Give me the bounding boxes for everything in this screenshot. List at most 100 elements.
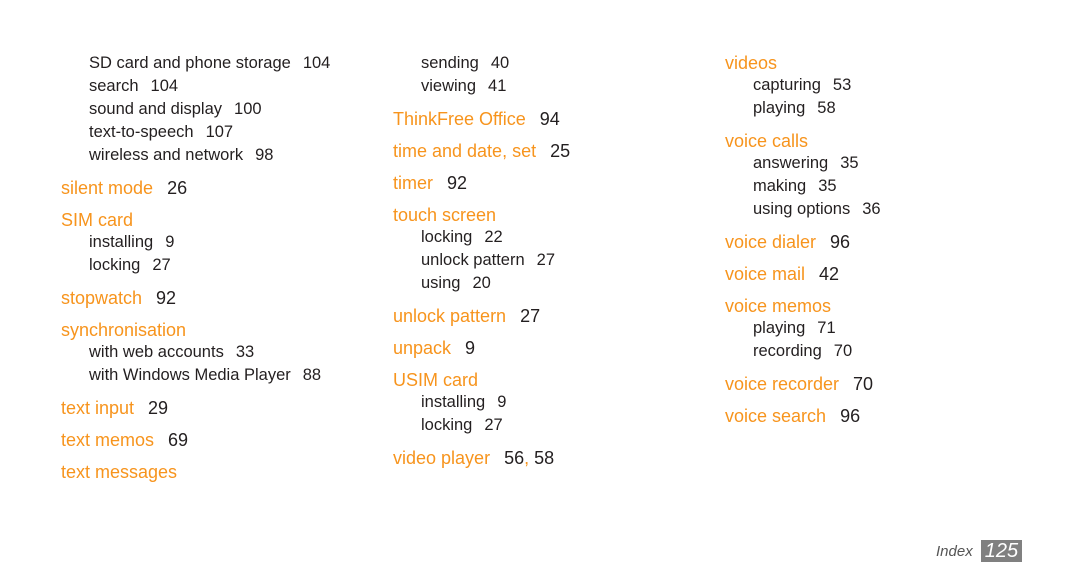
index-subentry: capturing 53: [725, 74, 881, 97]
page-reference[interactable]: 58: [817, 99, 835, 117]
entry-label: stopwatch: [61, 288, 143, 308]
page-reference[interactable]: 40: [491, 54, 509, 72]
page-reference[interactable]: 96: [840, 406, 860, 426]
index-subentry: recording 70: [725, 340, 881, 363]
page-reference[interactable]: 71: [817, 319, 835, 337]
index-subentry: using options 36: [725, 198, 881, 221]
entry-label: text-to-speech: [89, 123, 194, 141]
index-subentry: sound and display 100: [61, 98, 330, 121]
index-entry: text messages: [61, 461, 330, 483]
entry-label: voice recorder: [725, 374, 840, 394]
page-reference[interactable]: 36: [862, 200, 880, 218]
entry-label: voice search: [725, 406, 827, 426]
page-reference[interactable]: 92: [156, 288, 176, 308]
entry-label: voice memos: [725, 296, 832, 316]
entry-label: silent mode: [61, 178, 154, 198]
index-subentry: using 20: [393, 272, 570, 295]
index-entry: voice memos: [725, 295, 881, 317]
entry-label: text memos: [61, 430, 155, 450]
entry-label: with Windows Media Player: [89, 366, 291, 384]
index-subentry: locking 22: [393, 226, 570, 249]
page-reference[interactable]: 22: [484, 228, 502, 246]
entry-label: capturing: [753, 76, 821, 94]
index-column-3: videos capturing 53 playing 58 voice calls ans…: [725, 52, 881, 427]
page-reference[interactable]: 9: [465, 338, 475, 358]
index-entry: voice mail 42: [725, 263, 881, 285]
entry-label: recording: [753, 342, 822, 360]
entry-label: time and date, set: [393, 141, 537, 161]
index-column-1: SD card and phone storage 104 search 104 sou…: [61, 52, 330, 483]
page-reference[interactable]: 25: [550, 141, 570, 161]
index-entry: touch screen: [393, 204, 570, 226]
entry-label: answering: [753, 154, 829, 172]
index-subentry: with Windows Media Player 88: [61, 364, 330, 387]
page-reference[interactable]: 42: [819, 264, 839, 284]
page-reference[interactable]: 70: [853, 374, 873, 394]
page-reference[interactable]: 104: [303, 54, 331, 72]
entry-label: playing: [753, 99, 806, 117]
page-reference[interactable]: 35: [840, 154, 858, 172]
page-reference[interactable]: 94: [540, 109, 560, 129]
page-reference[interactable]: 9: [165, 233, 174, 251]
entry-label: video player: [393, 448, 491, 468]
page-reference[interactable]: 96: [830, 232, 850, 252]
page-reference[interactable]: 69: [168, 430, 188, 450]
index-entry: voice dialer 96: [725, 231, 881, 253]
entry-label: wireless and network: [89, 146, 244, 164]
entry-label: voice mail: [725, 264, 806, 284]
index-entry: time and date, set 25: [393, 140, 570, 162]
page-reference[interactable]: 56, 58: [504, 448, 554, 468]
index-entry: USIM card: [393, 369, 570, 391]
page-reference[interactable]: 104: [151, 77, 179, 95]
index-entry: stopwatch 92: [61, 287, 330, 309]
entry-label: locking: [421, 416, 473, 434]
page-reference[interactable]: 27: [520, 306, 540, 326]
index-subentry: installing 9: [61, 231, 330, 254]
page-reference[interactable]: 27: [537, 251, 555, 269]
entry-label: ThinkFree Office: [393, 109, 526, 129]
index-entry: unpack 9: [393, 337, 570, 359]
entry-label: making: [753, 177, 807, 195]
page-reference[interactable]: 33: [236, 343, 254, 361]
entry-label: SIM card: [61, 210, 134, 230]
page-reference[interactable]: 26: [167, 178, 187, 198]
entry-label: with web accounts: [89, 343, 224, 361]
page-footer: Index 125: [936, 540, 1023, 562]
entry-label: viewing: [421, 77, 477, 95]
page-reference[interactable]: 70: [834, 342, 852, 360]
index-subentry: unlock pattern 27: [393, 249, 570, 272]
index-subentry: search 104: [61, 75, 330, 98]
index-subentry: viewing 41: [393, 75, 570, 98]
entry-label: voice dialer: [725, 232, 817, 252]
entry-label: sound and display: [89, 100, 223, 118]
page-reference[interactable]: 107: [206, 123, 234, 141]
page-reference[interactable]: 27: [484, 416, 502, 434]
index-entry: text input 29: [61, 397, 330, 419]
index-entry: SIM card: [61, 209, 330, 231]
entry-label: locking: [89, 256, 141, 274]
entry-label: playing: [753, 319, 806, 337]
index-subentry: sending 40: [393, 52, 570, 75]
page-reference[interactable]: 88: [303, 366, 321, 384]
page-reference[interactable]: 53: [833, 76, 851, 94]
entry-label: text messages: [61, 462, 178, 482]
index-entry: text memos 69: [61, 429, 330, 451]
entry-label: synchronisation: [61, 320, 187, 340]
entry-label: videos: [725, 53, 778, 73]
page-reference[interactable]: 41: [488, 77, 506, 95]
entry-label: unlock pattern: [421, 251, 525, 269]
page-reference[interactable]: 29: [148, 398, 168, 418]
page-reference[interactable]: 100: [234, 100, 262, 118]
index-subentry: installing 9: [393, 391, 570, 414]
entry-label: SD card and phone storage: [89, 54, 291, 72]
entry-label: unlock pattern: [393, 306, 507, 326]
index-column-2: sending 40 viewing 41 ThinkFree Office 94 time…: [393, 52, 570, 469]
page-reference[interactable]: 9: [497, 393, 506, 411]
page-reference[interactable]: 92: [447, 173, 467, 193]
page-reference[interactable]: 27: [152, 256, 170, 274]
page-reference[interactable]: 20: [472, 274, 490, 292]
page-reference[interactable]: 35: [818, 177, 836, 195]
page-reference[interactable]: 98: [255, 146, 273, 164]
index-entry: synchronisation: [61, 319, 330, 341]
entry-label: touch screen: [393, 205, 497, 225]
